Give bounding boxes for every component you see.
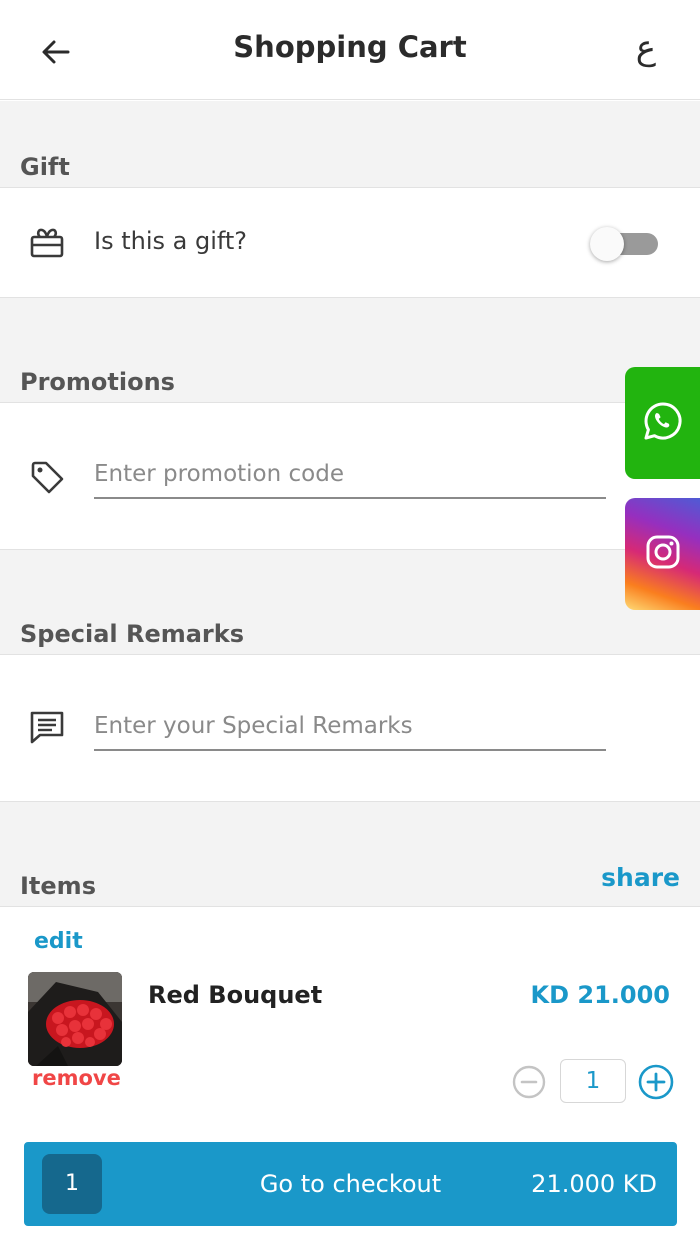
gift-toggle[interactable]	[590, 227, 658, 261]
gift-section-header: Gift	[0, 101, 700, 188]
page-title: Shopping Cart	[233, 30, 467, 64]
promotion-code-input[interactable]	[94, 451, 606, 499]
promotions-section-label: Promotions	[20, 368, 175, 396]
decrease-quantity-icon[interactable]	[512, 1065, 546, 1099]
tag-icon	[28, 458, 66, 496]
comment-icon	[28, 707, 66, 745]
remarks-row	[0, 655, 700, 802]
instagram-icon	[645, 534, 681, 574]
promotions-row	[0, 403, 700, 550]
app-header: Shopping Cart ع	[0, 0, 700, 100]
gift-icon	[28, 224, 66, 262]
item-price: KD 21.000	[530, 981, 671, 1009]
whatsapp-button[interactable]	[625, 367, 700, 479]
instagram-button[interactable]	[625, 498, 700, 610]
gift-toggle-knob	[590, 227, 624, 261]
items-section-label: Items	[20, 872, 96, 900]
increase-quantity-icon[interactable]	[638, 1064, 674, 1100]
language-toggle-button[interactable]: ع	[636, 28, 656, 68]
promotions-section-header: Promotions	[0, 298, 700, 403]
gift-row: Is this a gift?	[0, 188, 700, 298]
special-remarks-input[interactable]	[94, 703, 606, 751]
quantity-field[interactable]: 1	[560, 1059, 626, 1103]
remove-item-link[interactable]: remove	[32, 1066, 121, 1090]
checkout-total: 21.000 KD	[531, 1170, 657, 1198]
checkout-button[interactable]: 1 Go to checkout 21.000 KD	[24, 1142, 677, 1226]
item-name: Red Bouquet	[148, 981, 323, 1009]
whatsapp-icon	[642, 400, 684, 446]
item-thumbnail	[28, 972, 122, 1066]
edit-item-link[interactable]: edit	[34, 929, 83, 954]
gift-section-label: Gift	[20, 153, 70, 181]
remarks-section-label: Special Remarks	[20, 620, 245, 648]
items-section-header: Items share	[0, 802, 700, 907]
share-link[interactable]: share	[601, 863, 680, 892]
remarks-section-header: Special Remarks	[0, 550, 700, 655]
gift-question-label: Is this a gift?	[94, 227, 248, 255]
